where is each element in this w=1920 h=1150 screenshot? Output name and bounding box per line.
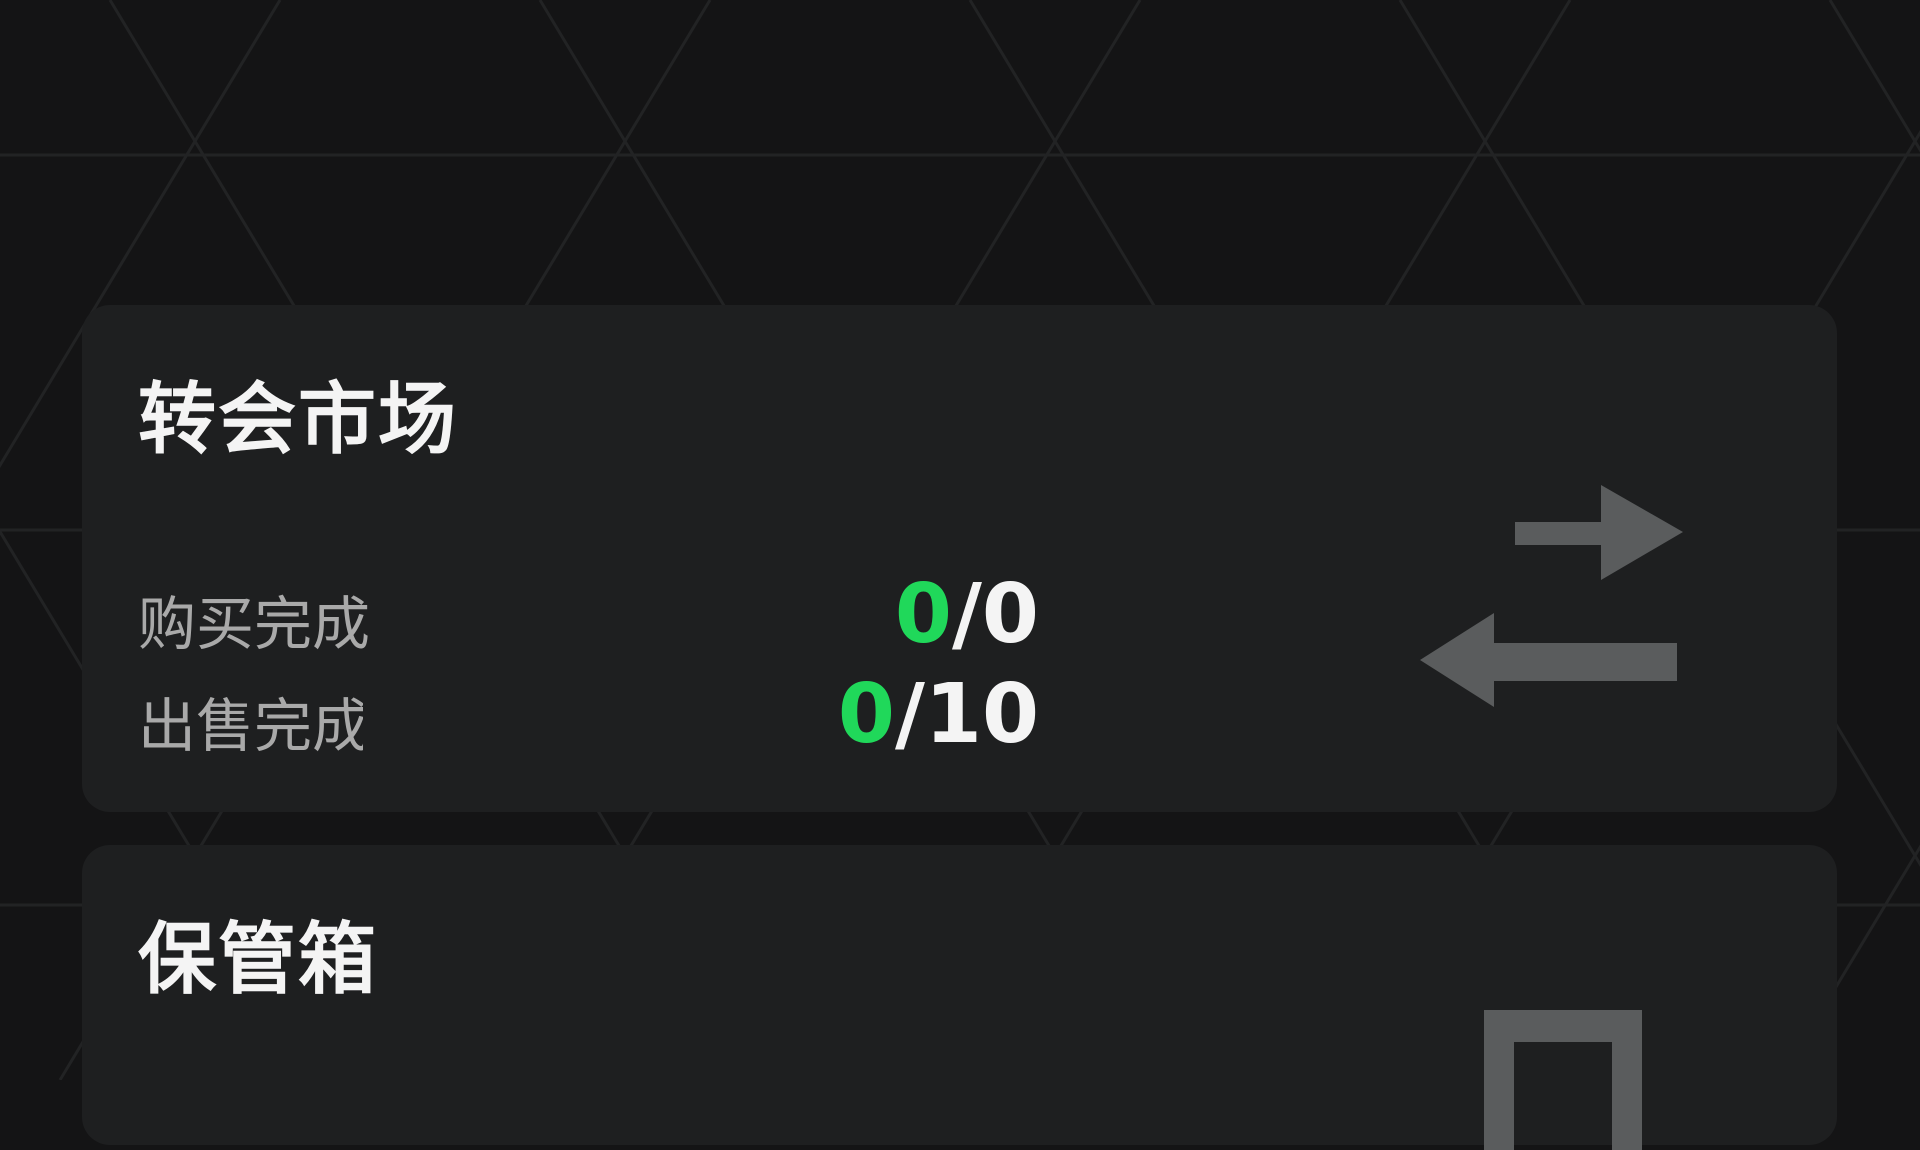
buy-completed-label: 购买完成 xyxy=(138,590,371,658)
storage-box-card[interactable]: 保管箱 xyxy=(82,845,1837,1150)
sell-completed-label: 出售完成 xyxy=(138,692,363,760)
transfer-market-title: 转会市场 xyxy=(138,375,459,465)
sell-completed-total: /10 xyxy=(894,667,1039,762)
sell-completed-value: 0/10 xyxy=(838,667,1039,762)
swap-arrows-icon xyxy=(1420,485,1683,707)
storage-box-title: 保管箱 xyxy=(138,915,379,1005)
buy-completed-total: /0 xyxy=(951,567,1039,662)
transfer-market-card[interactable]: 转会市场 购买完成 0/0 出售完成 0/10 xyxy=(82,305,1837,812)
buy-completed-count: 0 xyxy=(894,567,952,662)
box-icon xyxy=(1484,1010,1642,1150)
buy-completed-value: 0/0 xyxy=(895,567,1039,662)
sell-completed-count: 0 xyxy=(837,667,895,762)
